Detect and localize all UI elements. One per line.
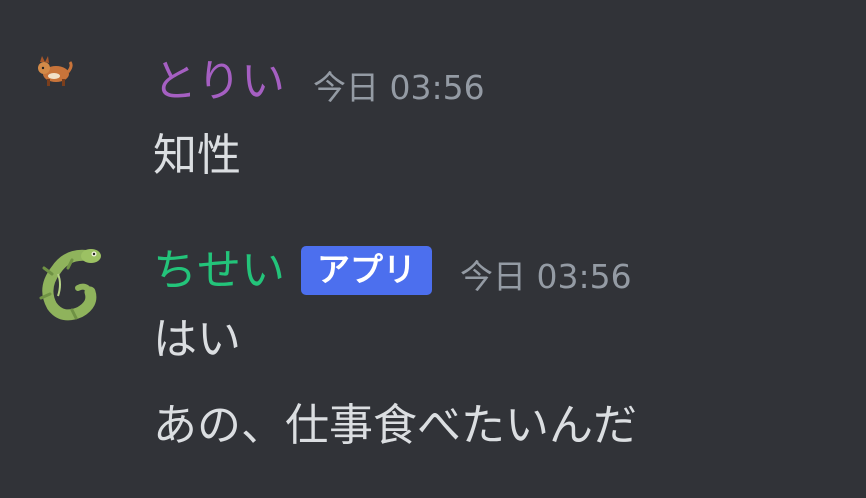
message-text: はい <box>153 314 241 365</box>
timestamp: 今日 03:56 <box>460 257 632 296</box>
chat-message-list: とりい 今日 03:56 知性 ちせい アプリ 今日 03:56 はい あの、仕… <box>0 0 866 498</box>
message-header: ちせい アプリ 今日 03:56 <box>153 246 632 295</box>
message-text: 知性 <box>153 130 241 181</box>
username[interactable]: とりい <box>153 59 285 104</box>
fox-avatar-icon[interactable] <box>34 52 74 92</box>
app-badge: アプリ <box>301 246 432 295</box>
chat-message: ちせい アプリ 今日 03:56 はい あの、仕事食べたいんだ <box>0 200 866 498</box>
message-text: あの、仕事食べたいんだ <box>153 400 637 451</box>
username[interactable]: ちせい <box>153 248 285 293</box>
chat-message: とりい 今日 03:56 知性 <box>0 0 866 200</box>
timestamp: 今日 03:56 <box>313 68 485 107</box>
message-header: とりい 今日 03:56 <box>153 59 485 104</box>
lizard-avatar-icon[interactable] <box>28 244 104 322</box>
